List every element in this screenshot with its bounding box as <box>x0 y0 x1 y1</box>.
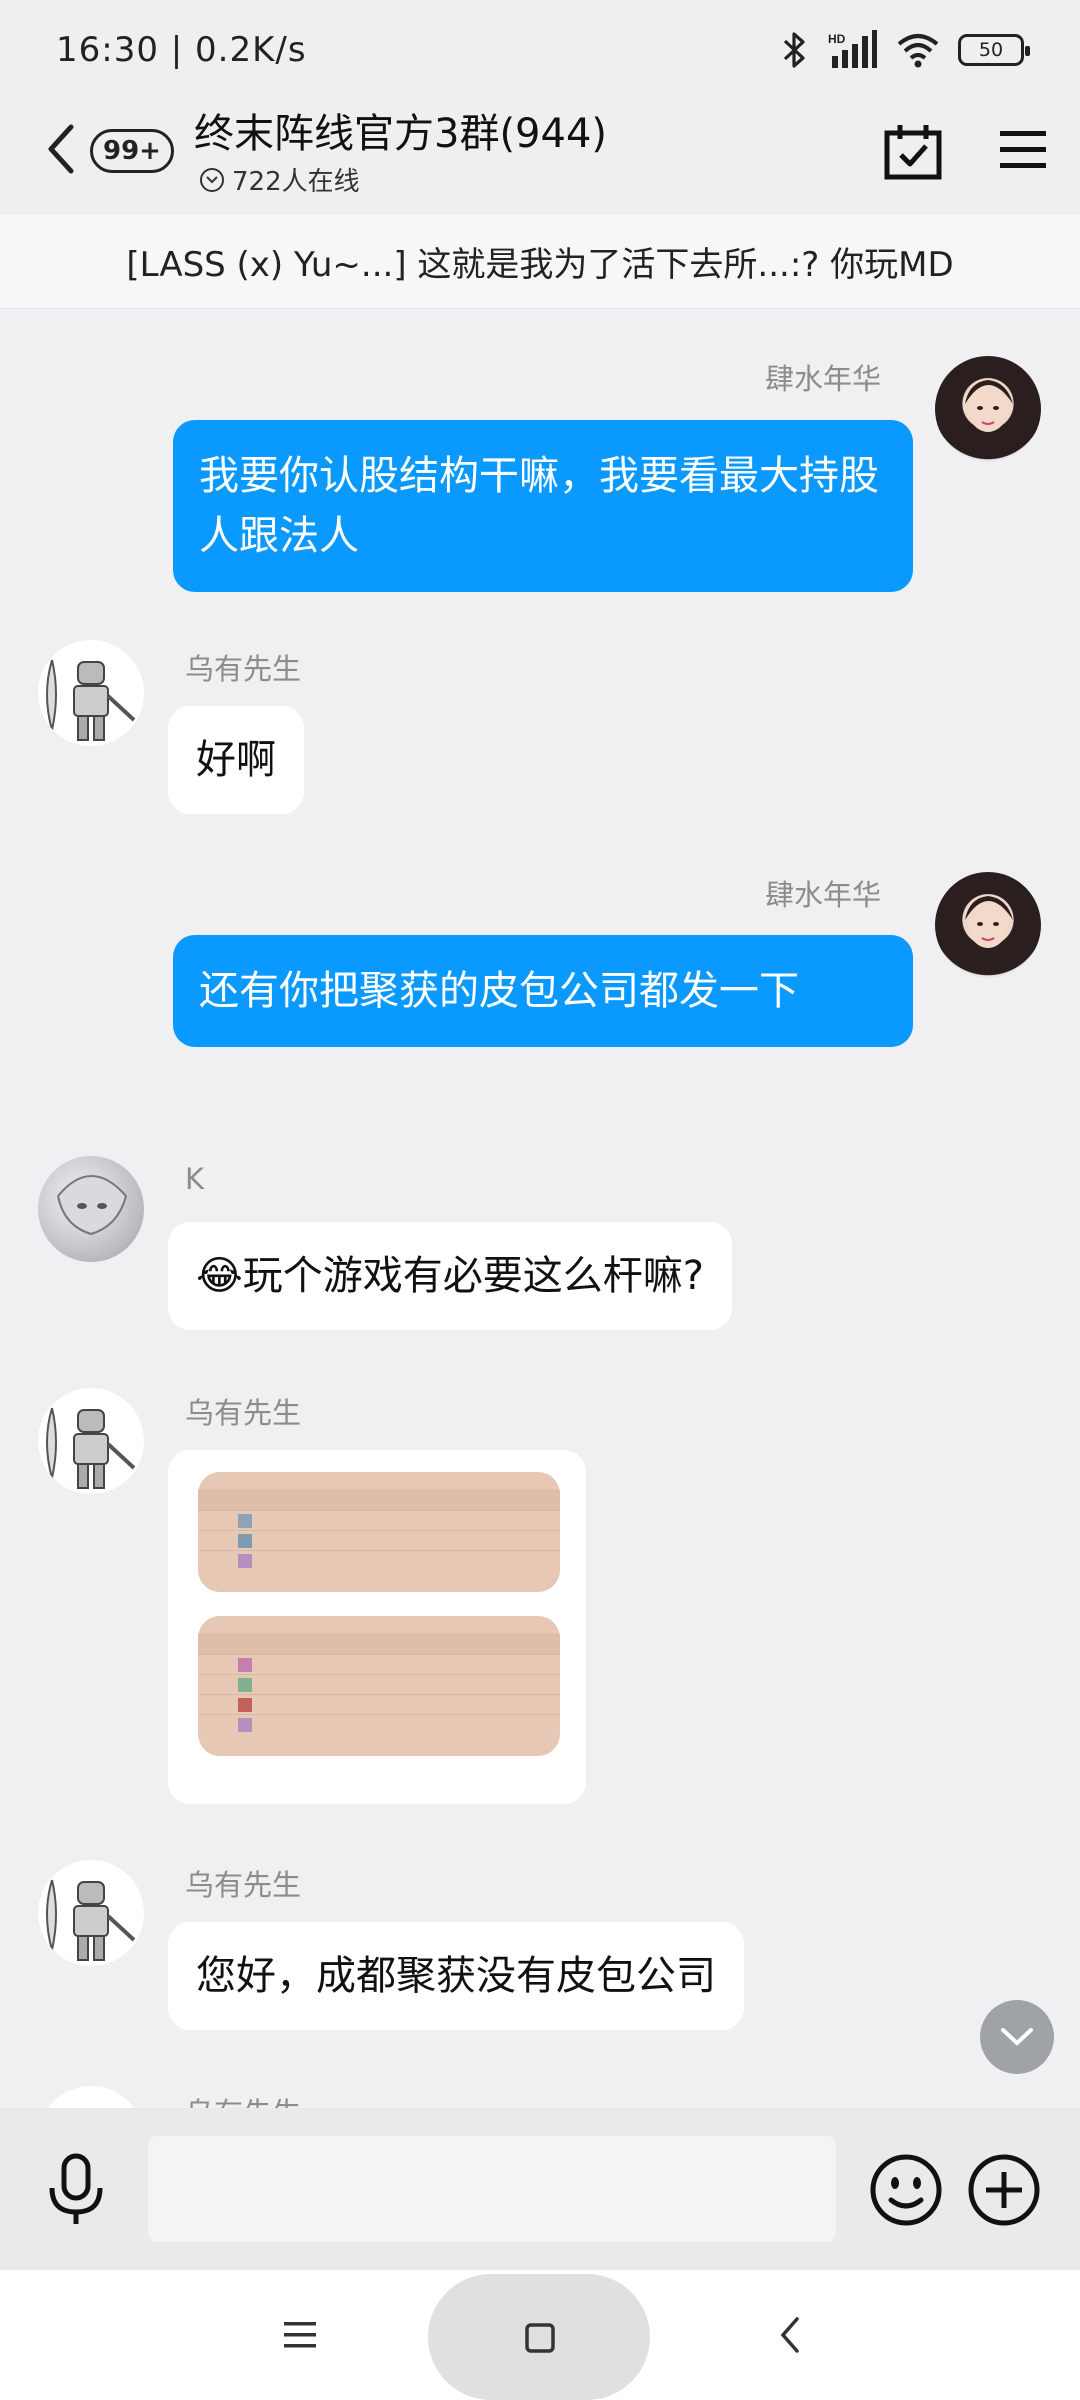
status-time-speed: 16:30 | 0.2K/s <box>56 30 307 70</box>
voice-button[interactable] <box>44 2152 108 2228</box>
hd-label: HD <box>828 32 846 46</box>
chevron-down-icon <box>1001 2028 1033 2046</box>
image-message-bubble[interactable] <box>168 1450 586 1804</box>
menu-lines-icon <box>284 2322 316 2348</box>
sender-name: 乌有先生 <box>185 1868 302 1902</box>
avatar[interactable] <box>38 1860 144 1966</box>
avatar[interactable] <box>935 356 1041 462</box>
sender-name: 乌有先生 <box>185 652 302 686</box>
menu-button[interactable] <box>998 125 1048 175</box>
message-bubble-incoming[interactable]: 您好，成都聚获没有皮包公司 <box>168 1922 744 2030</box>
sender-name: 肆水年华 <box>765 878 882 912</box>
table-screenshot-image[interactable] <box>198 1616 560 1756</box>
chevron-left-icon <box>48 124 74 174</box>
wifi-icon <box>897 34 939 68</box>
signal-icon: HD <box>828 30 877 68</box>
status-bar: 16:30 | 0.2K/s HD 50 <box>0 0 1080 95</box>
system-nav-bar <box>0 2270 1080 2400</box>
robot-warrior-icon <box>46 659 136 741</box>
table-header-strip <box>198 1472 560 1490</box>
robot-warrior-icon <box>46 1879 136 1961</box>
sender-name: 肆水年华 <box>765 362 882 396</box>
online-count[interactable]: 722人在线 <box>200 161 360 198</box>
avatar[interactable] <box>935 872 1041 978</box>
more-button[interactable] <box>966 2152 1042 2228</box>
table-screenshot-image[interactable] <box>198 1472 560 1592</box>
hamburger-icon <box>1000 131 1046 168</box>
smiley-icon <box>870 2154 942 2226</box>
woman-portrait-icon <box>965 896 1013 948</box>
chat-title[interactable]: 终末阵线官方3群(944) <box>194 101 607 159</box>
back-button[interactable] <box>36 119 86 179</box>
bluetooth-icon <box>783 32 805 68</box>
chat-header: 99+ 终末阵线官方3群(944) 722人在线 <box>0 95 1080 215</box>
microphone-icon <box>49 2153 103 2224</box>
message-bubble-incoming[interactable]: 好啊 <box>168 706 304 814</box>
online-count-text: 722人在线 <box>232 167 360 197</box>
back-nav-button[interactable] <box>740 2270 840 2400</box>
chevron-left-icon <box>780 2317 799 2353</box>
calendar-checkin-button[interactable] <box>882 121 944 183</box>
message-bubble-outgoing[interactable]: 我要你认股结构干嘛，我要看最大持股人跟法人 <box>173 420 913 592</box>
unread-badge[interactable]: 99+ <box>90 129 174 173</box>
scroll-to-bottom-button[interactable] <box>980 2000 1054 2074</box>
sender-name: K <box>185 1162 205 1196</box>
battery-level: 50 <box>978 39 1004 61</box>
emoji-button[interactable] <box>868 2152 944 2228</box>
message-input[interactable] <box>148 2136 836 2242</box>
square-icon <box>524 2322 556 2358</box>
avatar[interactable] <box>38 1388 144 1494</box>
avatar[interactable] <box>38 1156 144 1262</box>
chevron-down-circle-icon <box>200 167 224 192</box>
message-bubble-outgoing[interactable]: 还有你把聚获的皮包公司都发一下 <box>173 935 913 1047</box>
message-bubble-incoming[interactable]: 😂玩个游戏有必要这么杆嘛? <box>168 1222 732 1330</box>
recent-apps-button[interactable] <box>250 2270 350 2400</box>
home-button[interactable] <box>428 2274 650 2400</box>
anime-character-icon <box>57 1175 128 1236</box>
avatar[interactable] <box>38 640 144 746</box>
input-bar <box>0 2108 1080 2270</box>
status-icons: HD 50 <box>782 28 1030 72</box>
calendar-check-icon <box>884 125 942 180</box>
robot-warrior-icon <box>46 1407 136 1489</box>
sender-name: 乌有先生 <box>185 1396 302 1430</box>
woman-portrait-icon <box>965 380 1013 432</box>
notice-text: [LASS (x) Yu~...] 这就是我为了活下去所...:? 你玩MD <box>126 245 954 285</box>
table-header-strip <box>198 1616 560 1634</box>
plus-circle-icon <box>968 2154 1040 2226</box>
notice-bar[interactable]: [LASS (x) Yu~...] 这就是我为了活下去所...:? 你玩MD <box>0 215 1080 309</box>
battery-icon: 50 <box>958 34 1030 66</box>
